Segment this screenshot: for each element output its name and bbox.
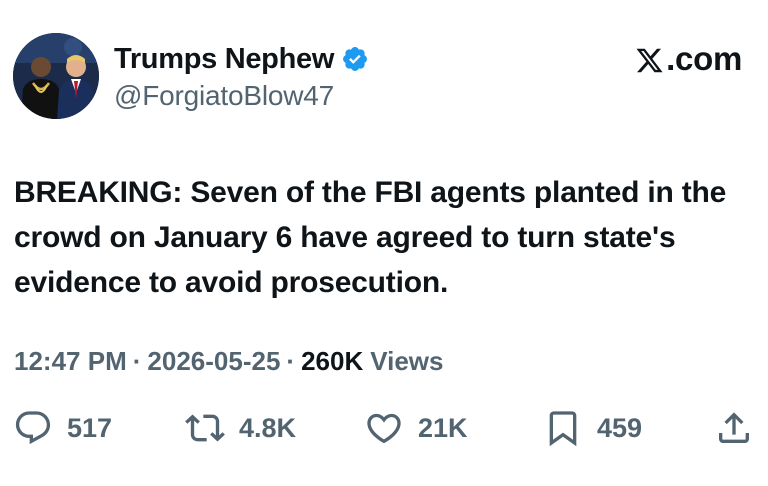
author-display-name[interactable]: Trumps Nephew <box>114 43 334 76</box>
reply-button[interactable]: 517 <box>13 404 112 452</box>
retweet-count: 4.8K <box>239 412 297 443</box>
verified-badge-icon <box>341 45 369 73</box>
like-button[interactable]: 21K <box>364 404 468 452</box>
bookmark-count: 459 <box>597 412 643 443</box>
brand-watermark: .com <box>635 40 742 78</box>
action-bar: 517 4.8K 21K 459 <box>0 404 768 452</box>
tweet-date[interactable]: 2026-05-25 <box>147 346 280 377</box>
tweet-text: BREAKING: Seven of the FBI agents plante… <box>14 176 727 299</box>
avatar[interactable] <box>13 33 99 119</box>
bookmark-icon <box>549 411 577 447</box>
x-logo-icon <box>635 45 664 74</box>
views-count: 260K <box>301 346 364 376</box>
tweet-card: Trumps Nephew @ForgiatoBlow47 .com BREAK… <box>0 0 768 486</box>
brand-label: .com <box>666 40 742 77</box>
avatar-image <box>13 33 99 119</box>
meta-separator: · <box>132 346 142 376</box>
share-button[interactable] <box>714 404 754 452</box>
bookmark-button[interactable]: 459 <box>543 404 642 452</box>
tweet-time[interactable]: 12:47 PM <box>14 346 127 377</box>
tweet-meta: 12:47 PM · 2026-05-25 · 260K Views <box>14 346 443 377</box>
heart-icon <box>367 413 401 444</box>
author-handle[interactable]: @ForgiatoBlow47 <box>114 80 334 112</box>
reply-count: 517 <box>67 412 113 443</box>
retweet-button[interactable]: 4.8K <box>185 404 296 452</box>
meta-separator: · <box>286 346 296 376</box>
reply-icon <box>15 411 51 445</box>
share-icon <box>719 412 749 443</box>
views-label: Views <box>370 346 444 376</box>
retweet-icon <box>185 414 225 442</box>
author-name-row: Trumps Nephew <box>114 41 369 77</box>
like-count: 21K <box>418 412 468 443</box>
